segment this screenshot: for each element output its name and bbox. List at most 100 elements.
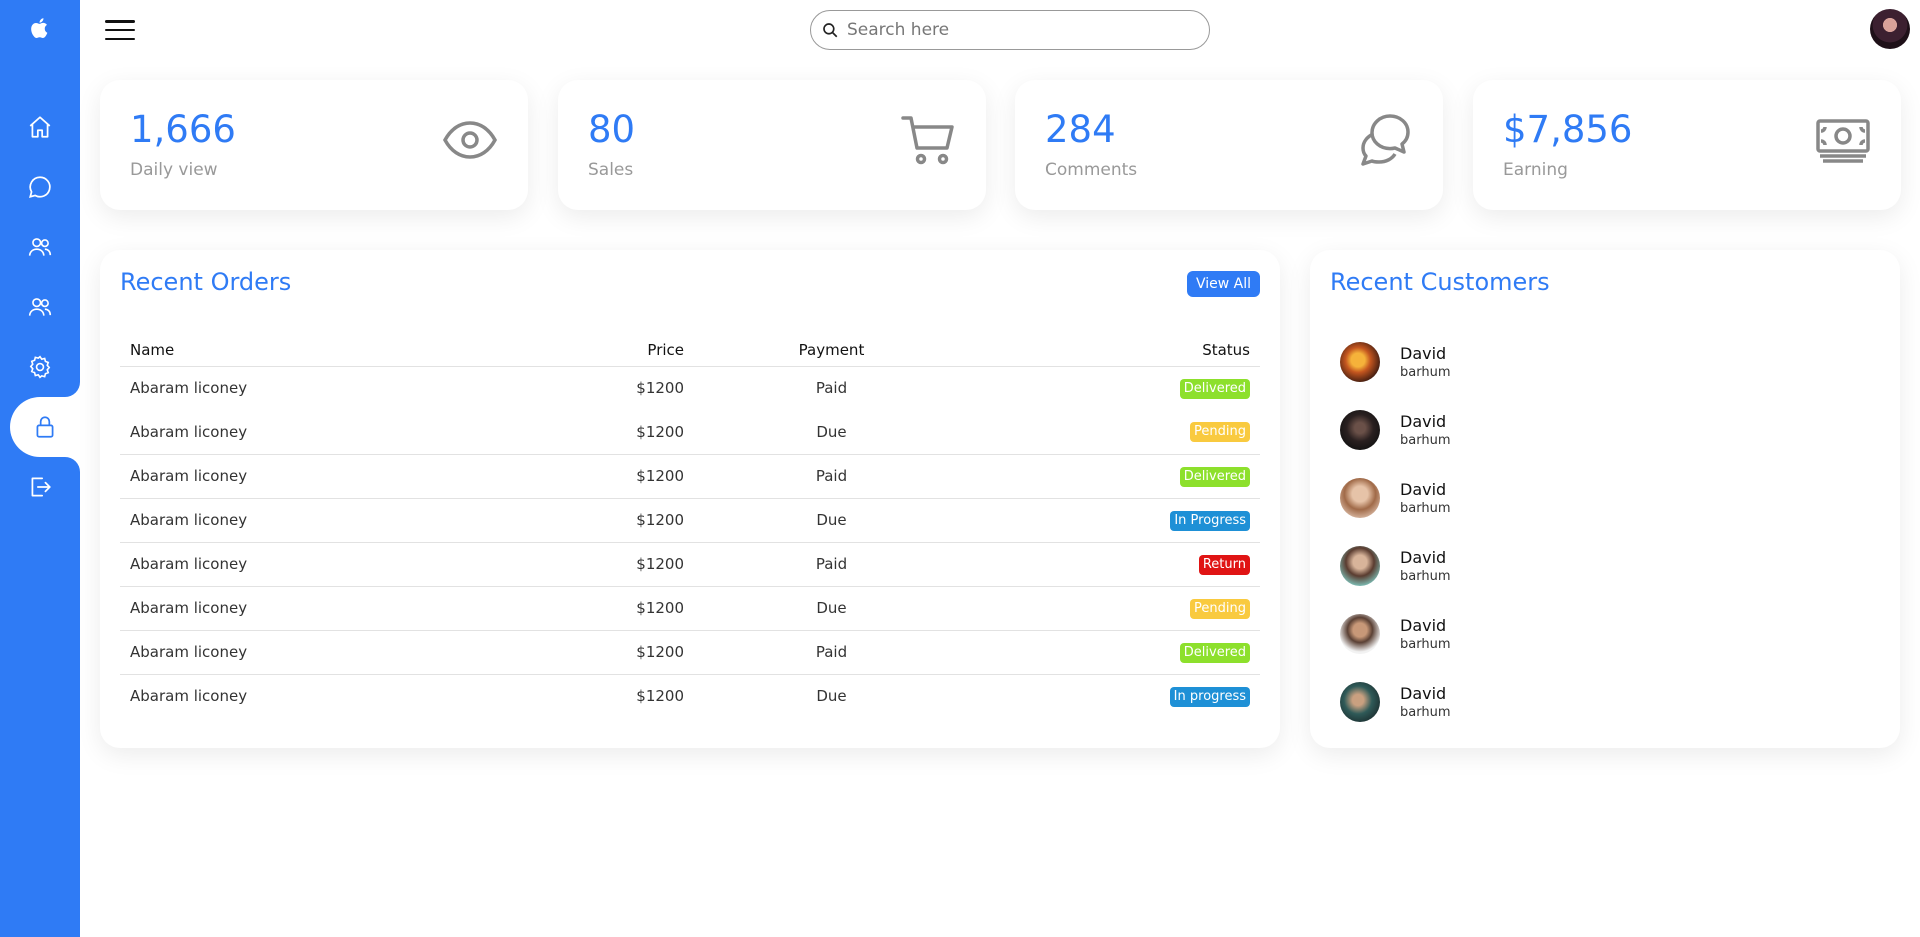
column-header-price: Price xyxy=(647,340,684,359)
customer-name: David xyxy=(1400,344,1447,363)
order-name: Abaram liconey xyxy=(120,673,520,718)
table-row[interactable]: Abaram liconey $1200 Paid Delivered xyxy=(120,453,1260,498)
stat-label: Daily view xyxy=(130,160,218,180)
stat-card-comments[interactable]: 284 Comments xyxy=(1015,80,1443,210)
column-header-name: Name xyxy=(130,340,175,359)
customer-subtitle: barhum xyxy=(1400,637,1451,652)
order-status-cell: Delivered xyxy=(969,365,1260,410)
customer-list: David barhum David barhum David barhum David ba… xyxy=(1330,330,1880,738)
table-header-row: Name Price Payment Status xyxy=(120,334,1260,366)
menu-toggle-button[interactable] xyxy=(104,17,136,43)
lock-icon xyxy=(36,416,54,438)
order-name: Abaram liconey xyxy=(120,365,520,410)
list-item[interactable]: David barhum xyxy=(1330,670,1880,738)
list-item[interactable]: David barhum xyxy=(1330,602,1880,670)
cash-icon xyxy=(1816,119,1870,163)
table-row[interactable]: Abaram liconey $1200 Due Pending xyxy=(120,410,1260,454)
order-payment: Paid xyxy=(694,453,969,498)
customer-avatar xyxy=(1340,682,1380,722)
table-row[interactable]: Abaram liconey $1200 Paid Delivered xyxy=(120,365,1260,410)
order-name: Abaram liconey xyxy=(120,497,520,542)
home-icon xyxy=(29,116,51,138)
stat-number: $7,856 xyxy=(1503,108,1633,151)
order-price: $1200 xyxy=(520,453,694,498)
order-payment: Due xyxy=(694,497,969,542)
user-avatar[interactable] xyxy=(1870,9,1910,49)
search-input[interactable] xyxy=(847,20,1187,40)
order-status-cell: In progress xyxy=(969,673,1260,718)
recent-customers-panel: Recent Customers David barhum David barhum D… xyxy=(1310,250,1900,748)
table-row[interactable]: Abaram liconey $1200 Paid Delivered xyxy=(120,629,1260,674)
stat-label: Earning xyxy=(1503,160,1568,180)
hamburger-line xyxy=(105,20,135,23)
hamburger-line xyxy=(105,37,135,40)
order-name: Abaram liconey xyxy=(120,629,520,674)
customer-avatar xyxy=(1340,478,1380,518)
apple-logo-icon[interactable] xyxy=(0,0,80,56)
order-payment: Due xyxy=(694,585,969,630)
order-name: Abaram liconey xyxy=(120,541,520,586)
order-price: $1200 xyxy=(520,585,694,630)
order-price: $1200 xyxy=(520,629,694,674)
order-price: $1200 xyxy=(520,497,694,542)
recent-orders-panel: Recent Orders View All Name Price Paymen… xyxy=(100,250,1280,748)
customer-name: David xyxy=(1400,684,1447,703)
table-row[interactable]: Abaram liconey $1200 Paid Return xyxy=(120,541,1260,586)
sidebar-item-sign-out[interactable] xyxy=(0,457,80,517)
customer-name: David xyxy=(1400,616,1447,635)
search-icon xyxy=(823,23,838,38)
column-header-status: Status xyxy=(1202,340,1250,359)
customer-avatar xyxy=(1340,614,1380,654)
view-all-button[interactable]: View All xyxy=(1186,271,1260,297)
stat-number: 80 xyxy=(588,108,636,151)
status-badge: Delivered xyxy=(1179,466,1250,487)
status-badge: Delivered xyxy=(1179,642,1250,663)
customer-subtitle: barhum xyxy=(1400,433,1451,448)
customer-subtitle: barhum xyxy=(1400,569,1451,584)
cart-icon xyxy=(901,116,954,165)
order-payment: Paid xyxy=(694,541,969,586)
order-payment: Paid xyxy=(694,629,969,674)
stat-number: 1,666 xyxy=(130,108,236,151)
sidebar-item-password[interactable] xyxy=(10,397,80,457)
order-payment: Due xyxy=(816,422,847,441)
order-name: Abaram liconey xyxy=(130,422,248,441)
order-name: Abaram liconey xyxy=(120,585,520,630)
people-icon xyxy=(28,238,52,256)
stat-label: Comments xyxy=(1045,160,1138,180)
table-row[interactable]: Abaram liconey $1200 Due In Progress xyxy=(120,497,1260,542)
list-item[interactable]: David barhum xyxy=(1330,466,1880,534)
status-badge: Pending xyxy=(1190,598,1250,619)
table-row[interactable]: Abaram liconey $1200 Due In progress xyxy=(120,673,1260,718)
stat-card-earning[interactable]: $7,856 Earning xyxy=(1473,80,1901,210)
stat-card-daily-view[interactable]: 1,666 Daily view xyxy=(100,80,528,210)
order-status-cell: Pending xyxy=(969,410,1260,454)
customer-subtitle: barhum xyxy=(1400,365,1451,380)
customer-name: David xyxy=(1400,548,1447,567)
customer-name: David xyxy=(1400,412,1447,431)
hamburger-line xyxy=(105,28,135,32)
sidebar-item-customers[interactable] xyxy=(0,217,80,277)
order-status-cell: In Progress xyxy=(969,497,1260,542)
list-item[interactable]: David barhum xyxy=(1330,534,1880,602)
status-badge: Pending xyxy=(1190,422,1250,443)
sidebar-item-home[interactable] xyxy=(0,97,80,157)
order-price: $1200 xyxy=(520,541,694,586)
panel-title: Recent Orders xyxy=(120,268,292,296)
status-badge: Delivered xyxy=(1179,378,1250,399)
sidebar-item-messages[interactable] xyxy=(0,157,80,217)
chat-bubble-icon xyxy=(29,176,51,198)
customer-subtitle: barhum xyxy=(1400,705,1451,720)
gear-icon xyxy=(29,355,51,379)
people-icon xyxy=(28,298,52,316)
list-item[interactable]: David barhum xyxy=(1330,330,1880,398)
status-badge: Return xyxy=(1198,554,1250,575)
status-badge: In progress xyxy=(1169,686,1250,707)
order-price: $1200 xyxy=(520,673,694,718)
list-item[interactable]: David barhum xyxy=(1330,398,1880,466)
table-row[interactable]: Abaram liconey $1200 Due Pending xyxy=(120,585,1260,630)
panel-title: Recent Customers xyxy=(1330,268,1550,296)
stat-card-sales[interactable]: 80 Sales xyxy=(558,80,986,210)
sidebar-item-users[interactable] xyxy=(0,277,80,337)
order-status-cell: Delivered xyxy=(969,629,1260,674)
